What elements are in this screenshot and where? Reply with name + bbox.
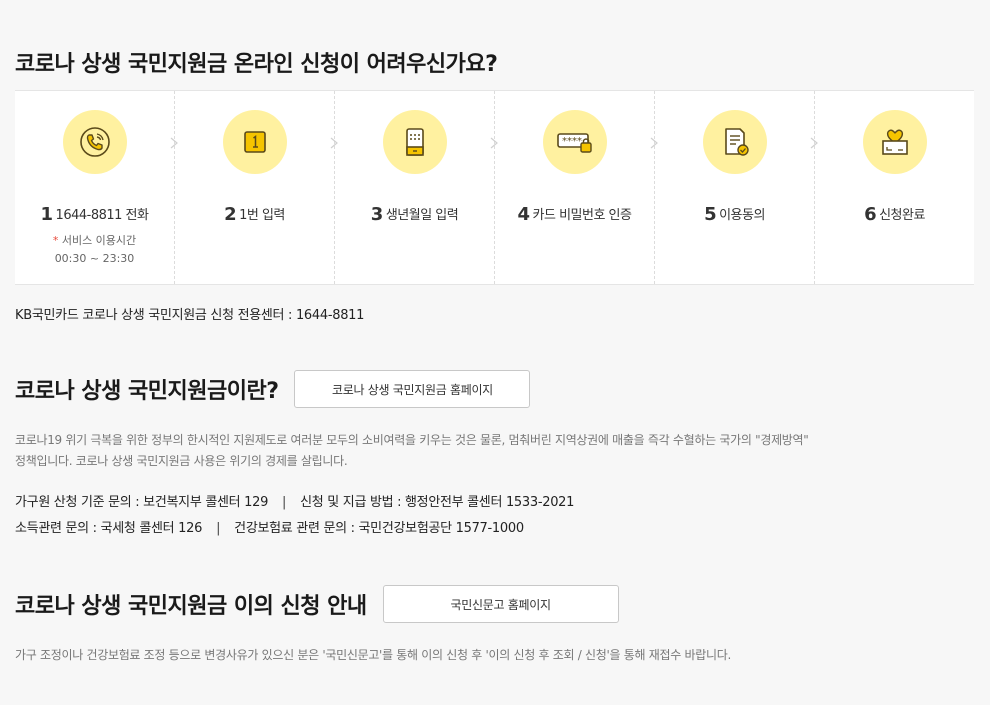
step-1: 1 1644-8811 전화 * 서비스 이용시간 00:30 ~ 23:30: [15, 91, 178, 284]
chevron-right-icon: [650, 137, 658, 149]
password-lock-icon: ****: [556, 133, 592, 153]
step-3-text: 생년월일 입력: [385, 208, 459, 223]
contact-health-insurance-inquiry: 건강보험료 관련 문의 : 국민건강보험공단 1577-1000: [234, 521, 524, 536]
step-6-circle: [862, 110, 927, 174]
step-3-circle: [382, 110, 447, 174]
service-hours-value: 00:30 ~ 23:30: [54, 252, 135, 265]
step-5: 5 이용동의: [655, 91, 818, 284]
step-5-circle: [702, 110, 767, 174]
step-2-circle: [222, 110, 287, 174]
step-1-text: 1644-8811 전화: [55, 208, 149, 223]
asterisk: *: [52, 234, 59, 247]
support-description-line1: 코로나19 위기 극복을 위한 정부의 한시적인 지원제도로 여러분 모두의 소…: [15, 433, 809, 447]
chevron-right-icon: [490, 137, 498, 149]
step-2-text: 1번 입력: [239, 208, 285, 223]
phone-application-steps: 1 1644-8811 전화 * 서비스 이용시간 00:30 ~ 23:30 2…: [15, 90, 974, 285]
step-5-label: 5 이용동의: [655, 204, 814, 225]
section-title-objection: 코로나 상생 국민지원금 이의 신청 안내: [15, 594, 367, 619]
contact-row-2: 소득관련 문의 : 국세청 콜센터 126 | 건강보험료 관련 문의 : 국민건강…: [15, 516, 574, 542]
step-3: 3 생년월일 입력: [335, 91, 498, 284]
objection-description: 가구 조정이나 건강보험료 조정 등으로 변경사유가 있으신 분은 '국민신문고…: [15, 648, 731, 662]
section-title-support-intro: 코로나 상생 국민지원금이란?: [15, 379, 279, 404]
contact-income-inquiry: 소득관련 문의 : 국세청 콜센터 126: [15, 521, 203, 536]
step-5-text: 이용동의: [719, 208, 765, 223]
contact-application-method: 신청 및 지급 방법 : 행정안전부 콜센터 1533-2021: [300, 495, 575, 510]
step-2-label: 2 1번 입력: [175, 204, 334, 225]
contact-row-1: 가구원 산청 기준 문의 : 보건복지부 콜센터 129 | 신청 및 지급 방법 …: [15, 490, 574, 516]
sinmungo-homepage-button[interactable]: 국민신문고 홈페이지: [382, 585, 619, 623]
support-description: 코로나19 위기 극복을 위한 정부의 한시적인 지원제도로 여러분 모두의 소…: [15, 430, 975, 472]
step-1-service-hours: * 서비스 이용시간 00:30 ~ 23:30: [15, 232, 174, 268]
step-1-circle: [62, 110, 127, 174]
step-2: 2 1번 입력: [175, 91, 338, 284]
step-6-label: 6 신청완료: [815, 204, 974, 225]
step-4-text: 카드 비밀번호 인증: [532, 208, 632, 223]
keypad-one-icon: [243, 131, 266, 153]
step-6: 6 신청완료: [815, 91, 974, 284]
support-description-line2: 정책입니다. 코로나 상생 국민지원금 사용은 위기의 경제를 살립니다.: [15, 454, 348, 468]
step-3-label: 3 생년월일 입력: [335, 204, 494, 225]
step-6-text: 신청완료: [879, 208, 925, 223]
contact-separator: |: [282, 495, 287, 510]
step-2-number: 2: [224, 204, 237, 225]
step-5-number: 5: [704, 204, 717, 225]
step-3-number: 3: [370, 204, 384, 225]
contact-separator: |: [216, 521, 221, 536]
step-4: **** 4 카드 비밀번호 인증: [495, 91, 658, 284]
heart-box-icon: [881, 129, 908, 155]
chevron-right-icon: [810, 137, 818, 149]
step-6-number: 6: [864, 204, 877, 225]
svg-text:****: ****: [562, 136, 582, 147]
step-1-number: 1: [40, 204, 54, 225]
step-4-circle: ****: [542, 110, 607, 174]
phone-keypad-icon: [405, 128, 424, 156]
phone-icon: [79, 127, 110, 157]
step-4-number: 4: [517, 204, 531, 225]
support-homepage-button[interactable]: 코로나 상생 국민지원금 홈페이지: [294, 370, 531, 408]
section-objection: 코로나 상생 국민지원금 이의 신청 안내 국민신문고 홈페이지: [15, 585, 619, 623]
service-hours-label: 서비스 이용시간: [61, 234, 137, 247]
contact-household-inquiry: 가구원 산청 기준 문의 : 보건복지부 콜센터 129: [15, 495, 269, 510]
section-title-online-help: 코로나 상생 국민지원금 온라인 신청이 어려우신가요?: [15, 52, 498, 77]
dedicated-center-info: KB국민카드 코로나 상생 국민지원금 신청 전용센터 : 1644-8811: [15, 308, 365, 323]
contact-list: 가구원 산청 기준 문의 : 보건복지부 콜센터 129 | 신청 및 지급 방법 …: [15, 490, 574, 542]
chevron-right-icon: [330, 137, 338, 149]
document-check-icon: [724, 128, 749, 156]
section-support-intro: 코로나 상생 국민지원금이란? 코로나 상생 국민지원금 홈페이지: [15, 370, 531, 408]
step-1-label: 1 1644-8811 전화: [15, 204, 174, 225]
step-4-label: 4 카드 비밀번호 인증: [495, 204, 654, 225]
chevron-right-icon: [170, 137, 178, 149]
